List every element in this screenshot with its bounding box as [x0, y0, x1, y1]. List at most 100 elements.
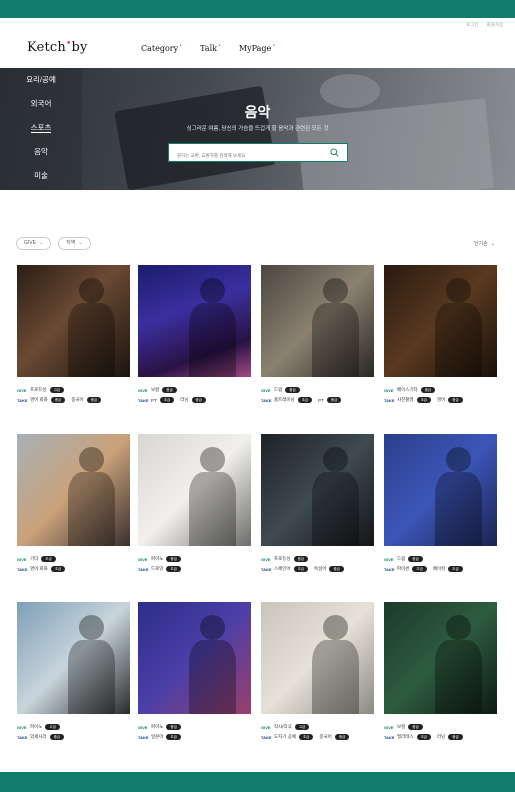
give-tag: GIVE	[261, 724, 271, 730]
give-row: GIVE 보컬 중급	[138, 385, 251, 395]
level-badge: 중급	[448, 397, 463, 403]
sidebar-item-label: 미술	[34, 171, 48, 180]
login-link[interactable]: 로그인	[466, 22, 478, 28]
take-row: TAKE 영어 회화 초급	[17, 564, 130, 574]
take-skill: 사진촬영	[397, 397, 414, 402]
take-row: TAKE 드로잉 초급	[138, 564, 251, 574]
exchange-card[interactable]: GIVE 피아노 중급 TAKE 일본어 초급	[138, 602, 251, 742]
sidebar-item-art[interactable]: 미술	[0, 170, 82, 194]
level-badge: 고급	[45, 724, 60, 730]
take-row: TAKE 홈트레이닝 초급 PT 중급	[261, 395, 374, 405]
level-badge: 초급	[293, 566, 309, 572]
search-input[interactable]	[169, 147, 319, 164]
exchange-card[interactable]: GIVE 피아노 중급 TAKE 드로잉 초급	[138, 434, 251, 574]
exchange-card[interactable]: GIVE 베이스기타 중급 TAKE 사진촬영 초급 영어 중급	[384, 265, 497, 405]
main-nav: Category• Talk• MyPage•	[141, 43, 275, 53]
exchange-card[interactable]: GIVE 프로듀싱 중급 TAKE 스페인어 초급 독일어 중급	[261, 434, 374, 574]
thumbnail-body	[188, 303, 237, 377]
sort-dropdown[interactable]: 인기순 ⌄	[474, 240, 495, 248]
give-skill: 보컬	[151, 387, 160, 392]
exchange-card[interactable]: GIVE 프로듀싱 고급 TAKE 영어 회화 중급 중국어 중급	[17, 265, 130, 405]
search-icon[interactable]	[330, 148, 339, 157]
exchange-card[interactable]: GIVE 보컬 중급 TAKE 필라테스 초급 러닝 중급	[384, 602, 497, 742]
sidebar-item-music[interactable]: 음악	[0, 146, 82, 170]
level-badge: 고급	[294, 724, 310, 730]
take-row: TAKE 필라테스 초급 러닝 중급	[384, 732, 497, 742]
level-badge: 고급	[49, 387, 65, 393]
card-thumbnail-image	[17, 602, 130, 714]
sidebar-item-cooking[interactable]: 요리/공예	[0, 74, 82, 98]
take-skill: 러닝	[437, 734, 446, 739]
level-badge: 초급	[50, 566, 66, 572]
take-skill: 영어 회화	[30, 397, 48, 402]
card-meta: GIVE 피아노 고급 TAKE 악세사리 중급	[17, 722, 130, 742]
filter-region-dropdown[interactable]: 지역 ⌄	[58, 237, 91, 250]
logo[interactable]: Ketch•by	[27, 39, 88, 55]
take-row: TAKE 악세사리 중급	[17, 732, 130, 742]
give-row: GIVE 프로듀싱 중급	[261, 554, 374, 564]
exchange-card[interactable]: GIVE 기타 초급 TAKE 영어 회화 초급	[17, 434, 130, 574]
exchange-card[interactable]: GIVE 작사/작곡 고급 TAKE 도자기 공예 초급 중국어 중급	[261, 602, 374, 742]
nav-talk[interactable]: Talk•	[200, 43, 221, 53]
give-tag: GIVE	[261, 556, 271, 562]
give-row: GIVE 피아노 고급	[17, 722, 130, 732]
join-link[interactable]: 회원가입	[486, 22, 503, 28]
thumbnail-figure	[200, 447, 225, 473]
thumbnail-figure	[323, 278, 348, 304]
give-row: GIVE 드럼 중급	[261, 385, 374, 395]
filter-give-dropdown[interactable]: GIVE ⌄	[16, 237, 52, 250]
card-thumbnail-image	[138, 602, 251, 714]
thumbnail-body	[67, 303, 116, 377]
card-meta: GIVE 프로듀싱 고급 TAKE 영어 회화 중급 중국어 중급	[17, 385, 130, 405]
thumbnail-body	[311, 303, 360, 377]
give-skill: 드럼	[274, 387, 283, 392]
take-tag: TAKE	[384, 397, 395, 403]
level-badge: 중급	[49, 734, 65, 740]
give-skill: 베이스기타	[397, 387, 418, 392]
level-badge: 초급	[416, 397, 432, 403]
thumbnail-figure	[79, 278, 104, 304]
take-tag: TAKE	[384, 734, 395, 740]
filter-bar: GIVE ⌄ 지역 ⌄	[16, 237, 91, 250]
take-skill: 파이썬	[397, 566, 410, 571]
take-tag: TAKE	[17, 566, 28, 572]
level-badge: 중급	[166, 724, 181, 730]
card-thumbnail-image	[17, 265, 130, 377]
give-skill: 피아노	[151, 556, 164, 561]
exchange-card[interactable]: GIVE 드럼 중급 TAKE 파이썬 초급 베이킹 초급	[384, 434, 497, 574]
give-tag: GIVE	[138, 724, 148, 730]
card-meta: GIVE 드럼 중급 TAKE 파이썬 초급 베이킹 초급	[384, 554, 497, 574]
card-meta: GIVE 보컬 중급 TAKE 필라테스 초급 러닝 중급	[384, 722, 497, 742]
give-skill: 드럼	[397, 556, 406, 561]
thumbnail-figure	[323, 447, 348, 473]
take-skill: 베이킹	[432, 566, 446, 571]
give-skill: 기타	[30, 556, 39, 561]
give-tag: GIVE	[17, 387, 27, 393]
level-badge: 중급	[293, 556, 309, 562]
exchange-card[interactable]: GIVE 드럼 중급 TAKE 홈트레이닝 초급 PT 중급	[261, 265, 374, 405]
exchange-card[interactable]: GIVE 피아노 고급 TAKE 악세사리 중급	[17, 602, 130, 742]
give-row: GIVE 프로듀싱 고급	[17, 385, 130, 395]
give-row: GIVE 베이스기타 중급	[384, 385, 497, 395]
card-thumbnail-image	[384, 265, 497, 377]
card-thumbnail-image	[138, 434, 251, 546]
logo-text-ketch: Ketch	[27, 40, 66, 55]
take-tag: TAKE	[138, 566, 149, 572]
level-badge: 중급	[329, 566, 344, 572]
nav-category[interactable]: Category•	[141, 43, 182, 53]
take-skill: 필라테스	[397, 734, 414, 739]
level-badge: 중급	[50, 397, 66, 403]
top-color-bar	[0, 0, 515, 18]
thumbnail-figure	[446, 278, 471, 304]
filter-label: GIVE	[24, 240, 36, 246]
nav-mypage[interactable]: MyPage•	[239, 43, 275, 53]
card-meta: GIVE 피아노 중급 TAKE 드로잉 초급	[138, 554, 251, 574]
page-subtitle: 싱그러운 여름, 당신의 가슴을 뜨겁게 할 음악과 관련된 모든 것	[186, 126, 329, 132]
take-skill: 독일어	[314, 566, 327, 571]
take-skill: 러닝	[180, 397, 189, 402]
logo-dot: •	[65, 39, 72, 49]
exchange-card[interactable]: GIVE 보컬 중급 TAKE PT 초급 러닝 중급	[138, 265, 251, 405]
give-tag: GIVE	[17, 724, 27, 730]
give-row: GIVE 기타 초급	[17, 554, 130, 564]
level-badge: 초급	[298, 734, 314, 740]
